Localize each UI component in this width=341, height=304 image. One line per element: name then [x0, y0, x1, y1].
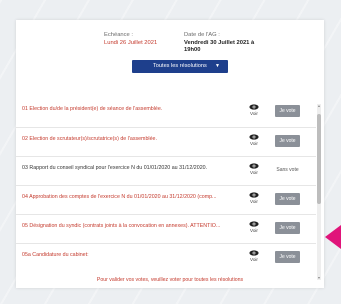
view-button[interactable]: Voir — [248, 192, 260, 204]
resolution-title[interactable]: 05 Désignation du syndic (contrats joint… — [22, 223, 232, 229]
resolution-title[interactable]: 01 Election du/de la président(e) de séa… — [22, 106, 232, 112]
meeting-date-value-line2: 19h00 — [184, 47, 201, 53]
resolution-row: 01 Election du/de la président(e) de séa… — [16, 98, 316, 127]
view-label: Voir — [250, 111, 258, 116]
view-label: Voir — [250, 228, 258, 233]
resolution-list: 01 Election du/de la président(e) de séa… — [16, 98, 316, 272]
deadline-value: Lundi 26 Juillet 2021 — [104, 39, 158, 46]
meeting-date-value-line1: Vendredi 30 Juillet 2021 à — [184, 39, 255, 46]
no-vote-label: Sans vote — [276, 167, 299, 173]
view-label: Voir — [250, 257, 258, 262]
view-label: Voir — [250, 199, 258, 204]
vote-button[interactable]: Je vote — [275, 251, 300, 263]
vote-button[interactable]: Je vote — [275, 222, 300, 234]
view-label: Voir — [250, 170, 258, 175]
view-button[interactable]: Voir — [248, 250, 260, 262]
list-scrollbar[interactable]: ▲ ▼ — [317, 104, 321, 280]
meeting-date-label: Date de l'AG : — [184, 32, 220, 38]
filter-label: Toutes les résolutions — [153, 63, 207, 69]
eye-icon — [249, 192, 259, 198]
vote-button[interactable]: Je vote — [275, 193, 300, 205]
pointer-arrow-icon — [325, 225, 341, 249]
eye-icon — [249, 250, 259, 256]
resolution-row: 04 Approbation des comptes de l'exercice… — [16, 185, 316, 214]
deadline-info: Echéance : Lundi 26 Juillet 2021 — [104, 32, 157, 47]
view-button[interactable]: Voir — [248, 104, 260, 116]
chevron-down-icon: ▼ — [215, 63, 220, 69]
resolution-filter-select[interactable]: Toutes les résolutions ▼ — [132, 60, 228, 73]
resolution-title[interactable]: 05a Candidature du cabinet: — [22, 252, 232, 258]
view-button[interactable]: Voir — [248, 221, 260, 233]
eye-icon — [249, 134, 259, 140]
eye-icon — [249, 104, 259, 110]
eye-icon — [249, 221, 259, 227]
scroll-up-icon[interactable]: ▲ — [317, 104, 321, 108]
meeting-date-info: Date de l'AG : Vendredi 30 Juillet 2021 … — [184, 32, 254, 55]
resolution-title[interactable]: 03 Rapport du conseil syndical pour l'ex… — [22, 165, 232, 171]
scrollbar-thumb[interactable] — [317, 114, 321, 204]
validation-message: Pour valider vos votes, veuillez voter p… — [96, 277, 244, 283]
vote-card: Echéance : Lundi 26 Juillet 2021 Date de… — [16, 20, 324, 288]
resolution-row: 03 Rapport du conseil syndical pour l'ex… — [16, 156, 316, 185]
vote-button[interactable]: Je vote — [275, 135, 300, 147]
eye-icon — [249, 163, 259, 169]
view-label: Voir — [250, 141, 258, 146]
resolution-row: 02 Election de scrutateur(s)/scrutatrice… — [16, 127, 316, 156]
deadline-label: Echéance : — [104, 32, 134, 38]
view-button[interactable]: Voir — [248, 163, 260, 175]
view-button[interactable]: Voir — [248, 134, 260, 146]
resolution-row: 05 Désignation du syndic (contrats joint… — [16, 214, 316, 243]
vote-button[interactable]: Je vote — [275, 105, 300, 117]
resolution-row: 05a Candidature du cabinet: Voir Je vote — [16, 243, 316, 272]
resolution-title[interactable]: 02 Election de scrutateur(s)/scrutatrice… — [22, 136, 232, 142]
resolution-title[interactable]: 04 Approbation des comptes de l'exercice… — [22, 194, 232, 200]
